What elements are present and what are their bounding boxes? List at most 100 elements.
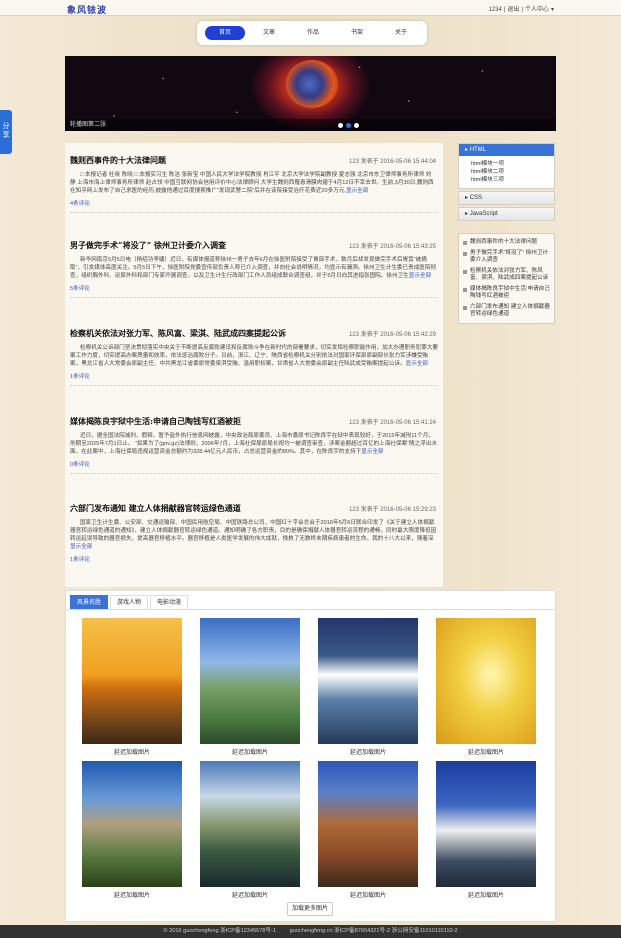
divider — [70, 385, 438, 386]
recent-posts: 魏则西事件的十大法律问题 男子做完手术“将没了” 徐州卫计委介入调查 检察机关依… — [458, 233, 555, 324]
article-meta: 123 发表于 2016-05-06 15:42:29 — [348, 332, 436, 338]
article-list: 魏则西事件的十大法律问题 123 发表于 2016-05-06 15:44:04… — [65, 143, 443, 587]
article-summary: 检察机关公诉部门坚决贯彻落实中央关于不断提高反腐败建设和反腐败斗争在新时代的部署… — [70, 344, 438, 368]
photo-caption: 延迟加载图片 — [349, 893, 386, 899]
nav-about[interactable]: 关于 — [381, 26, 421, 40]
footer-copyright: © 2016 guochengfeng 浙ICP备12345678号-1 — [163, 928, 277, 934]
show-all-link[interactable]: 显示全部 — [406, 361, 428, 367]
photo-card[interactable]: 延迟加载图片 — [436, 618, 536, 759]
snow-river-photo[interactable] — [318, 618, 418, 744]
tab-game-characters[interactable]: 游戏人物 — [110, 595, 149, 609]
carousel-dot[interactable] — [338, 123, 343, 128]
photo-card[interactable]: 延迟加载图片 — [200, 618, 300, 759]
banner-image — [286, 60, 338, 108]
accordion-css: ▸ CSS — [458, 191, 555, 205]
photo-card[interactable]: 延迟加载图片 — [318, 618, 418, 759]
article-item: 魏则西事件的十大法律问题 123 发表于 2016-05-06 15:44:04… — [70, 155, 438, 213]
summary-text: 新华网南京5月5日电（杨绍功李婕）近日，有媒体报道称徐州一男子去年6月在徐医附院… — [70, 257, 437, 279]
divider — [70, 297, 438, 298]
carousel-dot-active[interactable] — [346, 123, 351, 128]
recent-post-link[interactable]: 六部门发布通知 建立人体捐献器官转运绿色通道 — [463, 302, 550, 320]
summary-text: 检察机关公诉部门坚决贯彻落实中央关于不断提高反腐败建设和反腐败斗争在新时代的部署… — [70, 345, 439, 367]
separator: | — [503, 7, 506, 13]
load-more-button[interactable]: 加载更多图片 — [287, 902, 333, 916]
article-item: 男子做完手术“将没了” 徐州卫计委介入调查 123 发表于 2016-05-06… — [70, 240, 438, 298]
photo-caption: 延迟加载图片 — [467, 750, 504, 756]
user-links: 1234 | 退出 | 个人中心 ▾ — [486, 4, 554, 13]
logout-link[interactable]: 退出 — [507, 7, 519, 13]
nav-home[interactable]: 首页 — [205, 26, 245, 40]
photo-caption: 延迟加载图片 — [113, 893, 150, 899]
carousel-dot[interactable] — [354, 123, 359, 128]
photo-card[interactable]: 延迟加载图片 — [318, 761, 418, 902]
golden-sky-photo[interactable] — [436, 618, 536, 744]
nav-articles[interactable]: 文章 — [249, 26, 289, 40]
mountain-lake-photo[interactable] — [200, 761, 300, 887]
top-bar: 象风铱波 1234 | 退出 | 个人中心 ▾ — [0, 0, 621, 16]
accordion-header-css[interactable]: ▸ CSS — [459, 192, 554, 204]
valley-photo[interactable] — [200, 618, 300, 744]
comments-link[interactable]: 1条评论 — [70, 555, 438, 563]
sunset-photo[interactable] — [82, 618, 182, 744]
article-item: 媒体揭陈良宇狱中生活:申请自己陶钱写红酒被拒 123 发表于 2016-05-0… — [70, 416, 438, 474]
article-meta: 123 发表于 2016-05-06 15:44:04 — [348, 159, 436, 165]
accordion-title: HTML — [469, 147, 487, 153]
gallery-tabs: 风景名胜 游戏人物 电影动漫 — [66, 591, 555, 610]
accordion-javascript: ▸ JavaScript — [458, 207, 555, 221]
article-summary: 国家卫生计生委、公安部、交通运输部、中国民用航空局、中国铁路总公司、中国红十字会… — [70, 519, 438, 551]
divider — [70, 212, 438, 213]
photo-card[interactable]: 延迟加载图片 — [82, 618, 182, 759]
recent-post-link[interactable]: 媒体揭陈良宇狱中生活:申请自己陶钱写红酒被拒 — [463, 284, 550, 302]
footer: © 2016 guochengfeng 浙ICP备12345678号-1 guo… — [0, 925, 621, 938]
share-button[interactable]: 分享 — [0, 110, 12, 154]
cliff-photo[interactable] — [318, 761, 418, 887]
accordion-item[interactable]: html模块二项 — [471, 168, 554, 176]
photo-caption: 延迟加载图片 — [231, 750, 268, 756]
accordion-title: CSS — [469, 195, 483, 201]
chevron-down-icon[interactable]: ▾ — [551, 7, 554, 13]
snow-peak-photo[interactable] — [436, 761, 536, 887]
article-meta: 123 发表于 2016-05-06 15:43:25 — [348, 244, 436, 250]
photo-grid: 延迟加载图片 延迟加载图片 延迟加载图片 延迟加载图片 延迟加载图片 延迟加载图… — [82, 618, 536, 902]
article-meta: 123 发表于 2016-05-06 15:29:23 — [348, 507, 436, 513]
accordion-html: ▸ HTML html模块一项 html模块二项 html模块三项 — [458, 143, 555, 189]
recent-post-link[interactable]: 魏则西事件的十大法律问题 — [463, 237, 550, 248]
photo-caption: 延迟加载图片 — [113, 750, 150, 756]
photo-caption: 延迟加载图片 — [467, 893, 504, 899]
image-gallery: 风景名胜 游戏人物 电影动漫 延迟加载图片 延迟加载图片 延迟加载图片 延迟加载… — [65, 590, 556, 922]
accordion-item[interactable]: html模块一项 — [471, 160, 554, 168]
site-logo[interactable]: 象风铱波 — [67, 3, 107, 16]
village-photo[interactable] — [82, 761, 182, 887]
username-link[interactable]: 1234 — [488, 7, 501, 13]
carousel-dots — [338, 123, 359, 128]
photo-card[interactable]: 延迟加载图片 — [200, 761, 300, 902]
divider — [70, 473, 438, 474]
banner-caption: 轮播图第二张 — [65, 119, 556, 131]
photo-card[interactable]: 延迟加载图片 — [436, 761, 536, 902]
nav-bookshelf[interactable]: 书架 — [337, 26, 377, 40]
photo-caption: 延迟加载图片 — [349, 750, 386, 756]
accordion-item[interactable]: html模块三项 — [471, 176, 554, 184]
recent-post-link[interactable]: 男子做完手术“将没了” 徐州卫计委介入调查 — [463, 248, 550, 266]
banner-carousel[interactable]: 轮播图第二张 — [65, 56, 556, 131]
comments-link[interactable]: 5条评论 — [70, 284, 438, 292]
comments-link[interactable]: 4条评论 — [70, 199, 438, 207]
article-summary: □ 本报记者 杜晓 陈晓 □ 本报实习生 陈洁 张新宝 中国人民大学法学院教授 … — [70, 171, 438, 195]
profile-link[interactable]: 个人中心 — [525, 7, 549, 13]
show-all-link[interactable]: 显示全部 — [70, 544, 92, 550]
accordion-header-html[interactable]: ▸ HTML — [459, 144, 554, 156]
show-all-link[interactable]: 显示全部 — [361, 449, 383, 455]
show-all-link[interactable]: 显示全部 — [346, 188, 368, 194]
comments-link[interactable]: 0条评论 — [70, 460, 438, 468]
accordion-header-javascript[interactable]: ▸ JavaScript — [459, 208, 554, 220]
tab-movies-anime[interactable]: 电影动漫 — [150, 595, 189, 609]
comments-link[interactable]: 1条评论 — [70, 372, 438, 380]
tab-scenery[interactable]: 风景名胜 — [70, 595, 109, 609]
article-item: 六部门发布通知 建立人体捐献器官转运绿色通道 123 发表于 2016-05-0… — [70, 503, 438, 563]
footer-icp: guochengfeng.cn 浙ICP备87654321号-2 浙公网安备11… — [289, 928, 458, 934]
photo-card[interactable]: 延迟加载图片 — [82, 761, 182, 902]
show-all-link[interactable]: 显示全部 — [409, 273, 431, 279]
recent-post-link[interactable]: 检察机关依法对张力军、陈风富、梁淇、陆武成四案提起公诉 — [463, 266, 550, 284]
nav-works[interactable]: 作品 — [293, 26, 333, 40]
separator: | — [521, 7, 523, 13]
